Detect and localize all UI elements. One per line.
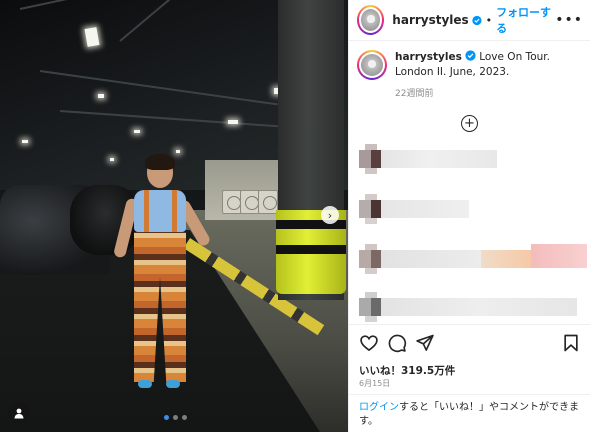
carousel-dot — [173, 415, 178, 420]
ac-unit — [258, 190, 278, 214]
ac-unit — [222, 190, 242, 214]
post-time-ago: 22週間前 — [395, 89, 434, 99]
blurred-comment — [359, 194, 489, 224]
chevron-right-icon: › — [327, 208, 333, 222]
user-tag-icon — [14, 408, 24, 419]
ceiling-light — [134, 130, 140, 133]
load-more-comments-button[interactable]: + — [461, 115, 478, 132]
next-image-button[interactable]: › — [321, 206, 339, 224]
ac-unit — [240, 190, 260, 214]
separator-dot: • — [485, 13, 493, 27]
person-hair — [145, 154, 175, 170]
person-pants — [134, 232, 186, 382]
avatar[interactable] — [357, 50, 387, 80]
post-caption: harrystyles Love On Tour. London II. Jun… — [357, 50, 583, 80]
share-icon[interactable] — [415, 333, 435, 353]
carousel-dots — [164, 415, 187, 420]
avatar[interactable] — [357, 5, 385, 35]
person-shoe — [166, 380, 180, 388]
verified-badge-icon — [472, 15, 482, 25]
post-actions — [359, 333, 583, 355]
ceiling-light — [98, 94, 104, 98]
blurred-comment — [359, 244, 589, 274]
divider — [349, 394, 590, 395]
bookmark-icon[interactable] — [561, 333, 581, 353]
username-link[interactable]: harrystyles — [392, 13, 468, 27]
post-side-panel: harrystyles • フォローする ••• harrystyles Lov… — [348, 0, 590, 432]
like-count[interactable]: いいね！319.5万件 — [359, 363, 455, 378]
ceiling-light — [228, 120, 238, 124]
person — [110, 154, 212, 398]
post-photo[interactable]: › — [0, 0, 348, 432]
divider — [349, 324, 590, 325]
ceiling-light — [22, 140, 28, 143]
caption-text-block: harrystyles Love On Tour. London II. Jun… — [395, 50, 581, 80]
follow-button[interactable]: フォローする — [496, 4, 555, 36]
login-prompt: ログインすると「いいね！」やコメントができます。 — [359, 401, 583, 429]
more-options-icon[interactable]: ••• — [555, 12, 583, 28]
person-shoe — [138, 380, 152, 388]
carousel-dot — [182, 415, 187, 420]
ceiling-light — [176, 150, 180, 153]
person-strap — [172, 190, 177, 234]
carousel-dot — [164, 415, 169, 420]
person-shirt — [134, 190, 186, 232]
verified-badge-icon — [465, 50, 476, 61]
divider — [349, 40, 590, 41]
caption-username[interactable]: harrystyles — [395, 51, 462, 63]
comment-icon[interactable] — [387, 333, 407, 353]
post-date: 6月15日 — [359, 379, 391, 388]
post-header: harrystyles • フォローする ••• — [357, 4, 583, 36]
person-strap — [144, 190, 149, 234]
heart-icon[interactable] — [359, 333, 379, 353]
blurred-comment — [359, 292, 579, 322]
plus-icon: + — [464, 116, 475, 131]
login-link[interactable]: ログイン — [359, 402, 399, 413]
pillar-band — [276, 245, 346, 254]
blurred-comment — [359, 144, 499, 174]
user-tag-button[interactable] — [8, 402, 30, 424]
